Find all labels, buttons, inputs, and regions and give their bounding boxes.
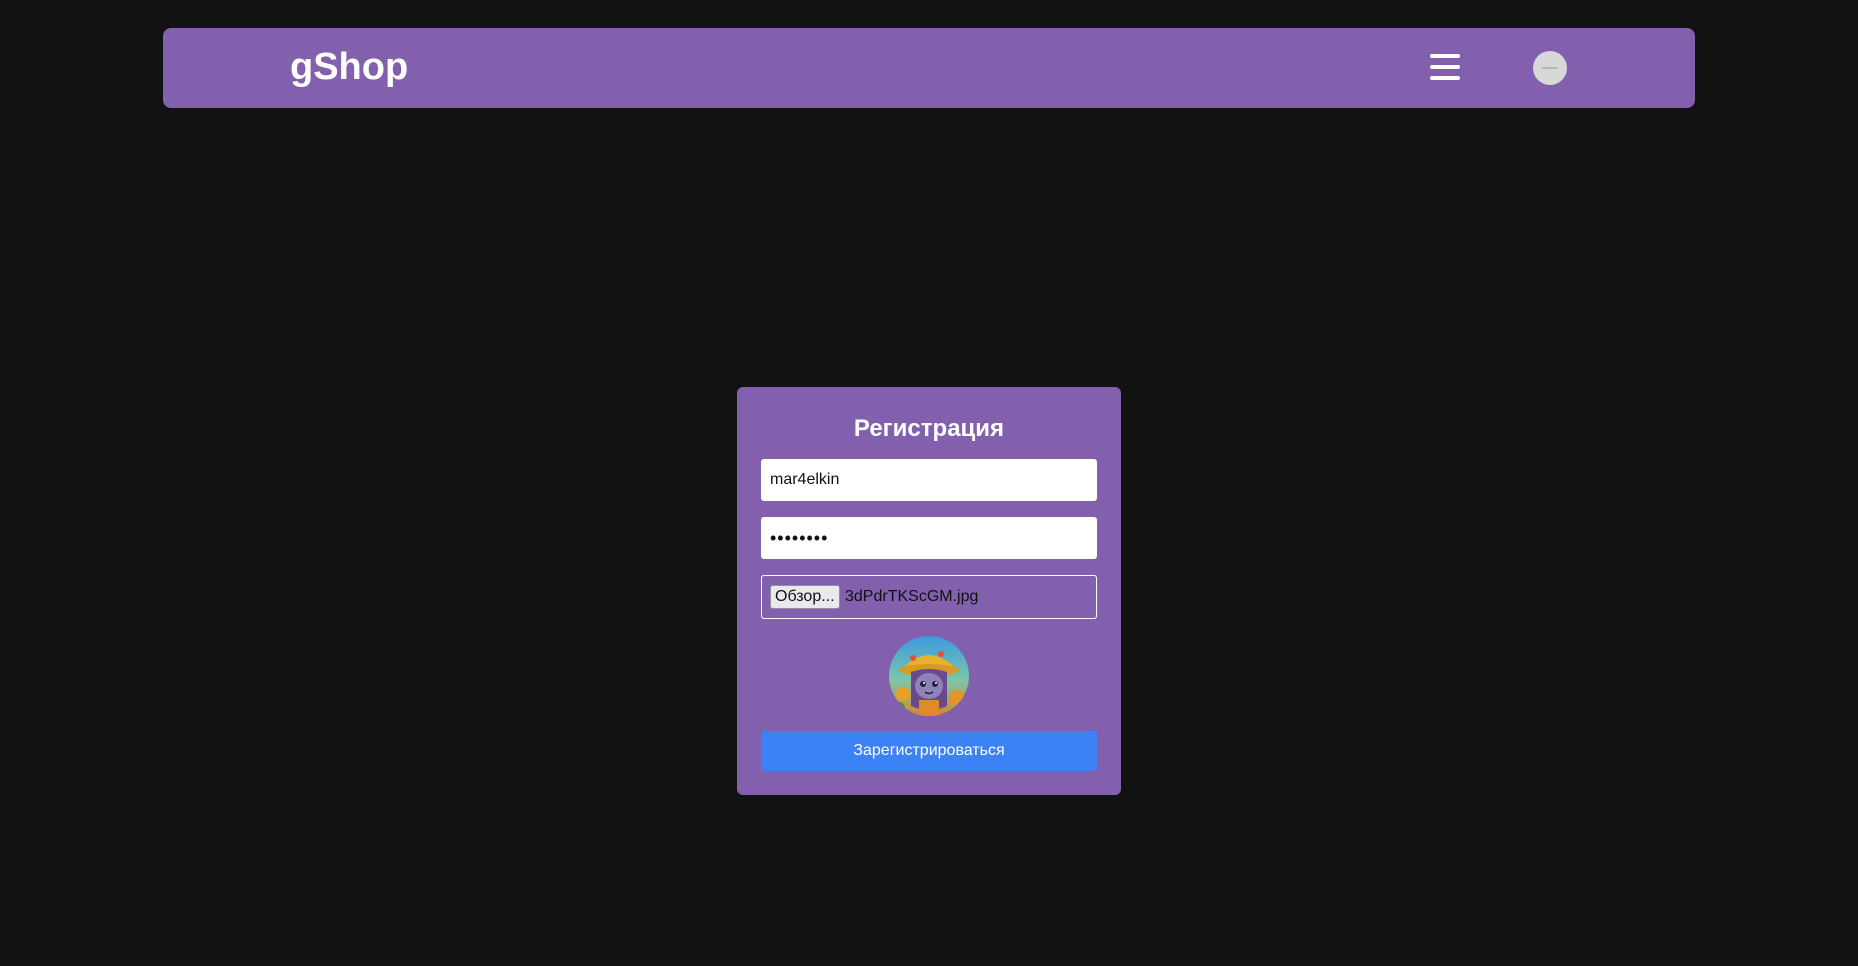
username-input[interactable] — [761, 459, 1097, 501]
hamburger-menu-icon[interactable] — [1430, 54, 1460, 82]
file-input[interactable]: Обзор... 3dPdrTKScGM.jpg — [761, 575, 1097, 619]
browse-button[interactable]: Обзор... — [770, 585, 840, 609]
selected-file-name: 3dPdrTKScGM.jpg — [845, 588, 979, 605]
user-avatar-icon[interactable] — [1533, 51, 1567, 85]
register-button[interactable]: Зарегистрироваться — [761, 731, 1097, 771]
password-input[interactable] — [761, 517, 1097, 559]
registration-card: Регистрация Обзор... 3dPdrTKScGM.jpg — [737, 387, 1121, 795]
top-navbar: gShop — [163, 28, 1695, 108]
avatar-preview-image — [889, 636, 969, 716]
brand-logo[interactable]: gShop — [290, 45, 408, 89]
registration-title: Регистрация — [853, 415, 1005, 442]
